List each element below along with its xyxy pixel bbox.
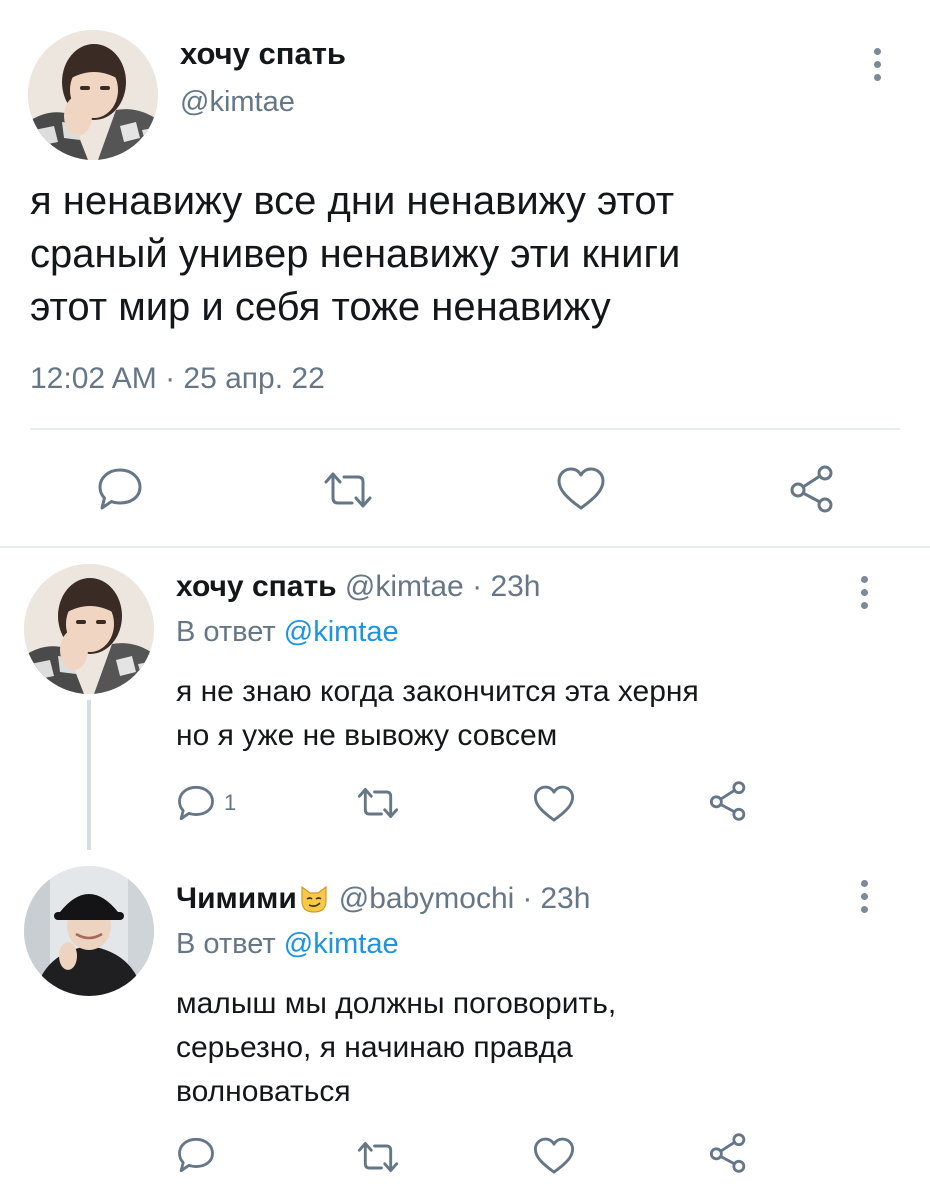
author-handle[interactable]: @babymochi [339, 882, 515, 916]
tweet-text-line: этот мир и себя тоже ненавижу [30, 285, 611, 329]
share-button[interactable] [708, 780, 748, 822]
heart-icon [533, 785, 575, 822]
tweet-text-line: я ненавижу все дни ненавижу этот [30, 179, 675, 223]
author-handle[interactable]: @kimtae [345, 570, 464, 603]
tweet-text: малыш мы должны поговорить, серьезно, я … [176, 982, 616, 1114]
smirking-cat-emoji [299, 885, 329, 913]
author-name[interactable]: Чимими [176, 882, 297, 916]
reply-icon [98, 468, 142, 510]
tweet-time[interactable]: 23h [540, 882, 590, 916]
author-handle[interactable]: @kimtae [180, 86, 295, 119]
tweet-text-line: сраный универ ненавижу эти книги [30, 232, 681, 276]
share-icon [709, 781, 746, 821]
reply-context: В ответ @kimtae [176, 928, 399, 961]
like-button[interactable] [532, 784, 576, 824]
reply-button[interactable] [176, 1136, 216, 1174]
share-icon [790, 465, 833, 513]
reply-context: В ответ @kimtae [176, 616, 399, 649]
tweet-time[interactable]: 23h [490, 570, 540, 603]
avatar-photo [28, 30, 158, 160]
retweet-button[interactable] [322, 470, 374, 510]
more-vertical-icon[interactable] [870, 48, 884, 81]
avatar[interactable] [24, 866, 154, 996]
share-button[interactable] [788, 464, 836, 514]
tweet-text: я ненавижу все дни ненавижу этот сраный … [30, 175, 680, 334]
reply-to-mention[interactable]: @kimtae [284, 928, 399, 960]
share-button[interactable] [708, 1132, 748, 1174]
tweet-text-line: но я уже не вывожу совсем [176, 719, 558, 752]
separator-dot: · [522, 882, 533, 915]
author-name[interactable]: хочу спать [180, 36, 346, 72]
more-vertical-icon[interactable] [857, 880, 871, 913]
reply-button[interactable]: 1 [176, 784, 236, 822]
divider [30, 428, 900, 430]
heart-icon [557, 467, 605, 510]
reply-count: 1 [224, 790, 237, 815]
tweet-text-line: волноваться [176, 1075, 351, 1108]
reply-button[interactable] [96, 466, 144, 512]
share-icon [709, 1133, 746, 1173]
reply-icon [178, 1137, 214, 1173]
more-vertical-icon[interactable] [857, 576, 871, 609]
reply-prefix: В ответ [176, 928, 276, 960]
reply-to-mention[interactable]: @kimtae [284, 616, 399, 648]
retweet-icon [324, 472, 372, 508]
avatar-photo [24, 564, 154, 694]
tweet-text-line: серьезно, я начинаю правда [176, 1031, 573, 1064]
tweet-timestamp[interactable]: 12:02 AM · 25 апр. 22 [30, 362, 325, 396]
like-button[interactable] [532, 1136, 576, 1176]
retweet-icon [357, 1142, 399, 1172]
retweet-button[interactable] [356, 786, 400, 820]
avatar[interactable] [28, 30, 158, 160]
retweet-button[interactable] [356, 1140, 400, 1174]
reply-header: хочу спать @kimtae · 23h [176, 570, 541, 604]
separator-dot: · [472, 570, 483, 603]
reply-header: Чимими @babymochi · 23h [176, 882, 590, 916]
reply-icon [178, 785, 214, 821]
tweet-text-line: малыш мы должны поговорить, [176, 987, 617, 1020]
heart-icon [533, 1137, 575, 1174]
like-button[interactable] [555, 466, 607, 512]
tweet-text: я не знаю когда закончится эта херня но … [176, 670, 699, 758]
thread-line [87, 700, 91, 850]
avatar[interactable] [24, 564, 154, 694]
tweet-text-line: я не знаю когда закончится эта херня [176, 675, 699, 708]
section-divider [0, 546, 930, 548]
reply-prefix: В ответ [176, 616, 276, 648]
avatar-photo [24, 866, 154, 996]
retweet-icon [357, 788, 399, 818]
author-name[interactable]: хочу спать [176, 570, 337, 603]
